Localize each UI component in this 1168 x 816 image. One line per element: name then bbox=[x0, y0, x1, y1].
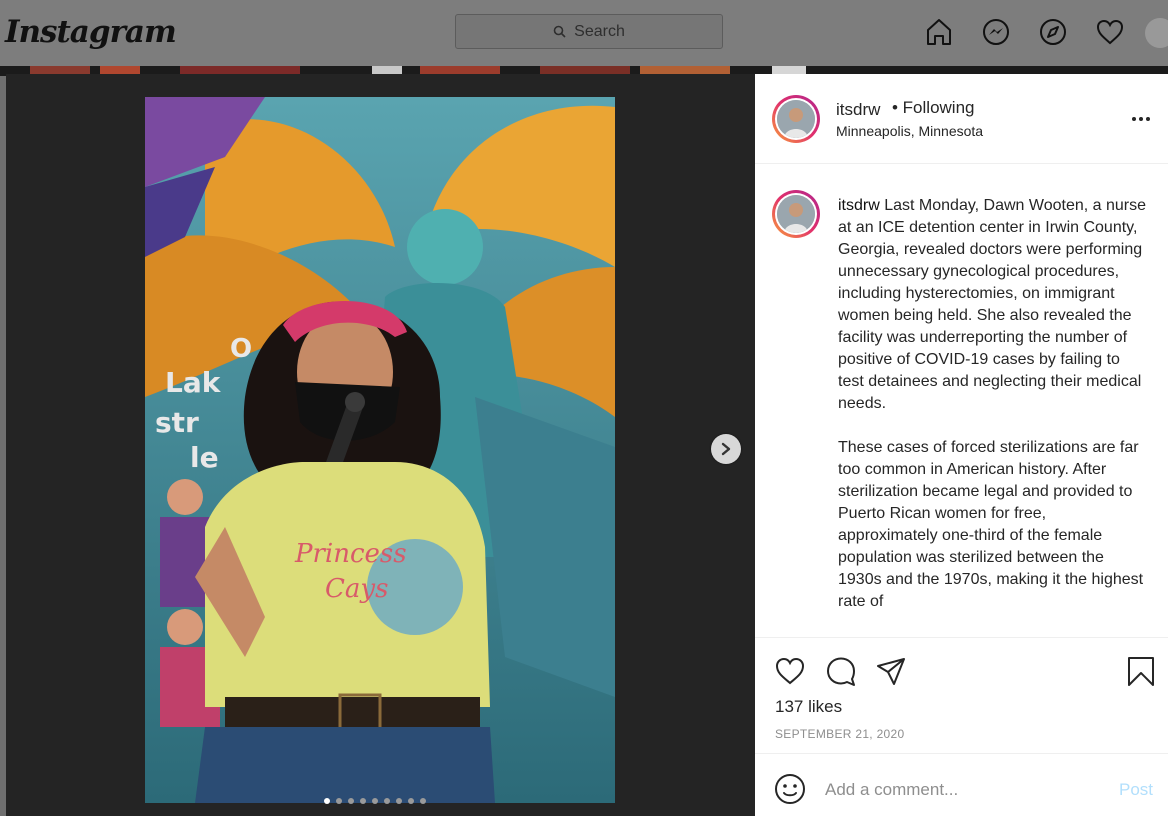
post-actions: 137 likes SEPTEMBER 21, 2020 bbox=[755, 637, 1168, 754]
carousel-dot bbox=[384, 798, 390, 804]
carousel-dots bbox=[324, 798, 426, 804]
search-icon bbox=[553, 25, 566, 38]
save-bookmark-icon[interactable] bbox=[1125, 655, 1157, 687]
post-media: O Lak str le Princess Cays bbox=[6, 74, 755, 816]
caption-username[interactable]: itsdrw bbox=[838, 197, 880, 214]
svg-text:str: str bbox=[155, 406, 199, 439]
comment-form: Add a comment... Post bbox=[755, 754, 1168, 816]
svg-text:le: le bbox=[190, 441, 219, 474]
share-icon[interactable] bbox=[875, 655, 907, 687]
next-photo-button[interactable] bbox=[711, 434, 741, 464]
post-caption: itsdrw Last Monday, Dawn Wooten, a nurse… bbox=[838, 195, 1148, 635]
carousel-dot bbox=[396, 798, 402, 804]
messenger-icon[interactable] bbox=[981, 16, 1011, 48]
svg-text:Cays: Cays bbox=[325, 574, 388, 604]
svg-text:O: O bbox=[230, 334, 252, 364]
comment-input[interactable]: Add a comment... bbox=[825, 780, 958, 800]
caption-paragraph-2: These cases of forced sterilizations are… bbox=[838, 439, 1144, 610]
carousel-dot bbox=[324, 798, 330, 804]
author-username[interactable]: itsdrw bbox=[836, 100, 880, 120]
post-photo[interactable]: O Lak str le Princess Cays bbox=[145, 97, 615, 803]
like-icon[interactable] bbox=[774, 655, 806, 687]
top-nav: Instagram Search bbox=[0, 0, 1168, 66]
search-placeholder: Search bbox=[574, 22, 625, 40]
post-location[interactable]: Minneapolis, Minnesota bbox=[836, 123, 983, 139]
post-modal: O Lak str le Princess Cays itsdrw • Foll… bbox=[6, 74, 1168, 816]
caption-author-avatar[interactable] bbox=[772, 190, 820, 238]
svg-text:Lak: Lak bbox=[165, 366, 222, 399]
photo-image: O Lak str le Princess Cays bbox=[145, 97, 615, 803]
following-status[interactable]: • Following bbox=[892, 98, 975, 118]
activity-heart-icon[interactable] bbox=[1095, 16, 1125, 48]
explore-icon[interactable] bbox=[1038, 16, 1068, 48]
post-side-panel: itsdrw • Following Minneapolis, Minnesot… bbox=[755, 74, 1168, 816]
emoji-icon[interactable] bbox=[774, 773, 806, 805]
carousel-dot bbox=[408, 798, 414, 804]
instagram-logo[interactable]: Instagram bbox=[5, 14, 177, 50]
carousel-dot bbox=[348, 798, 354, 804]
post-date[interactable]: SEPTEMBER 21, 2020 bbox=[775, 727, 904, 741]
post-comment-button[interactable]: Post bbox=[1119, 780, 1153, 800]
carousel-dot bbox=[360, 798, 366, 804]
caption-paragraph-1: Last Monday, Dawn Wooten, a nurse at an … bbox=[838, 197, 1147, 412]
chevron-right-icon bbox=[721, 442, 731, 456]
author-avatar[interactable] bbox=[772, 95, 820, 143]
post-header: itsdrw • Following Minneapolis, Minnesot… bbox=[755, 74, 1168, 164]
search-input[interactable]: Search bbox=[455, 14, 723, 49]
svg-text:Princess: Princess bbox=[294, 539, 407, 569]
carousel-dot bbox=[372, 798, 378, 804]
comments-scroll-area[interactable]: itsdrw Last Monday, Dawn Wooten, a nurse… bbox=[755, 165, 1168, 637]
likes-count[interactable]: 137 likes bbox=[775, 697, 842, 717]
home-icon[interactable] bbox=[924, 16, 954, 48]
carousel-dot bbox=[420, 798, 426, 804]
comment-icon[interactable] bbox=[825, 655, 857, 687]
more-options-icon[interactable] bbox=[1131, 111, 1153, 121]
carousel-dot bbox=[336, 798, 342, 804]
profile-avatar[interactable] bbox=[1145, 18, 1168, 48]
